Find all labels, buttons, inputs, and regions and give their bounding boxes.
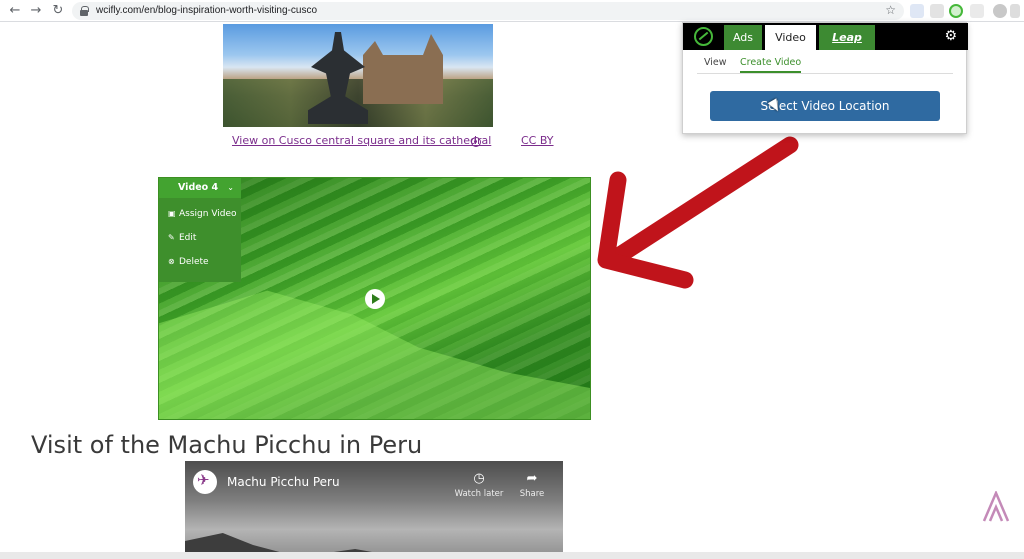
edit-button[interactable]: ✎ Edit [168,233,196,243]
assign-video-button[interactable]: ▣ Assign Video [168,209,237,219]
subtab-divider [697,73,953,74]
subtab-view[interactable]: View [704,57,727,68]
extension-active-icon[interactable] [949,4,963,18]
extensions-puzzle-icon[interactable] [970,4,984,18]
photo-caption-link[interactable]: View on Cusco central square and its cat… [232,134,491,147]
tab-video[interactable]: Video [765,25,816,50]
youtube-video-title[interactable]: Machu Picchu Peru [227,475,340,489]
chevron-down-icon[interactable]: ⌄ [227,178,234,198]
url-text[interactable]: wcifly.com/en/blog-inspiration-worth-vis… [96,5,317,16]
tab-ads[interactable]: Ads [724,25,762,50]
menu-item-label: Assign Video [179,209,237,219]
reload-icon[interactable]: ↻ [49,2,67,20]
video-menu-header[interactable]: Video 4 ⌄ [159,178,241,198]
save-icon: ▣ [168,209,176,218]
back-icon[interactable]: ← [6,2,24,20]
delete-icon: ⊗ [168,257,175,266]
lock-icon [80,6,89,16]
browser-toolbar: ← → ↻ wcifly.com/en/blog-inspiration-wor… [0,0,1024,22]
external-link-icon[interactable] [471,137,481,147]
youtube-embed[interactable]: Machu Picchu Peru ◷ Watch later ➦ Share [185,461,563,559]
gear-icon[interactable]: ⚙ [944,28,957,44]
photo-cathedral [363,34,443,104]
site-logo-icon [982,491,1010,522]
photo-fountain [308,32,368,124]
address-bar[interactable]: wcifly.com/en/blog-inspiration-worth-vis… [72,2,904,20]
video-menu-title: Video 4 [178,182,219,193]
bottom-scroll-edge [0,552,1024,559]
watch-later-label: Watch later [454,489,504,499]
play-icon[interactable] [365,289,385,309]
channel-avatar[interactable] [193,470,217,494]
watch-later-button[interactable]: ◷ Watch later [449,471,509,499]
extension-popup: Ads Video Leap ⚙ View Create Video Selec… [682,22,968,134]
tab-leap[interactable]: Leap [819,25,875,50]
video-context-menu: Video 4 ⌄ ▣ Assign Video ✎ Edit ⊗ Delete [159,178,241,282]
license-link[interactable]: CC BY [521,134,554,147]
popup-header: Ads Video Leap ⚙ [683,23,968,50]
extension-shield-icon[interactable] [930,4,944,18]
section-heading: Visit of the Machu Picchu in Peru [31,431,423,459]
cusco-square-photo [223,24,493,127]
delete-button[interactable]: ⊗ Delete [168,257,209,267]
share-button[interactable]: ➦ Share [502,471,562,499]
subtab-create-video[interactable]: Create Video [740,57,802,73]
bookmark-star-icon[interactable]: ☆ [885,3,896,17]
video-placement-overlay[interactable]: Video 4 ⌄ ▣ Assign Video ✎ Edit ⊗ Delete [158,177,591,420]
menu-item-label: Delete [179,257,209,267]
profile-avatar[interactable] [993,4,1007,18]
menu-item-label: Edit [179,233,197,243]
pencil-icon: ✎ [168,233,175,242]
extension-pen-icon[interactable] [910,4,924,18]
share-label: Share [519,489,545,499]
share-icon: ➦ [526,471,538,486]
forward-icon[interactable]: → [27,2,45,20]
select-video-location-button[interactable]: Select Video Location [710,91,940,121]
clock-icon: ◷ [473,471,485,486]
extension-logo-icon [694,27,713,46]
menu-icon[interactable] [1010,4,1020,18]
red-arrow-annotation [597,136,799,289]
